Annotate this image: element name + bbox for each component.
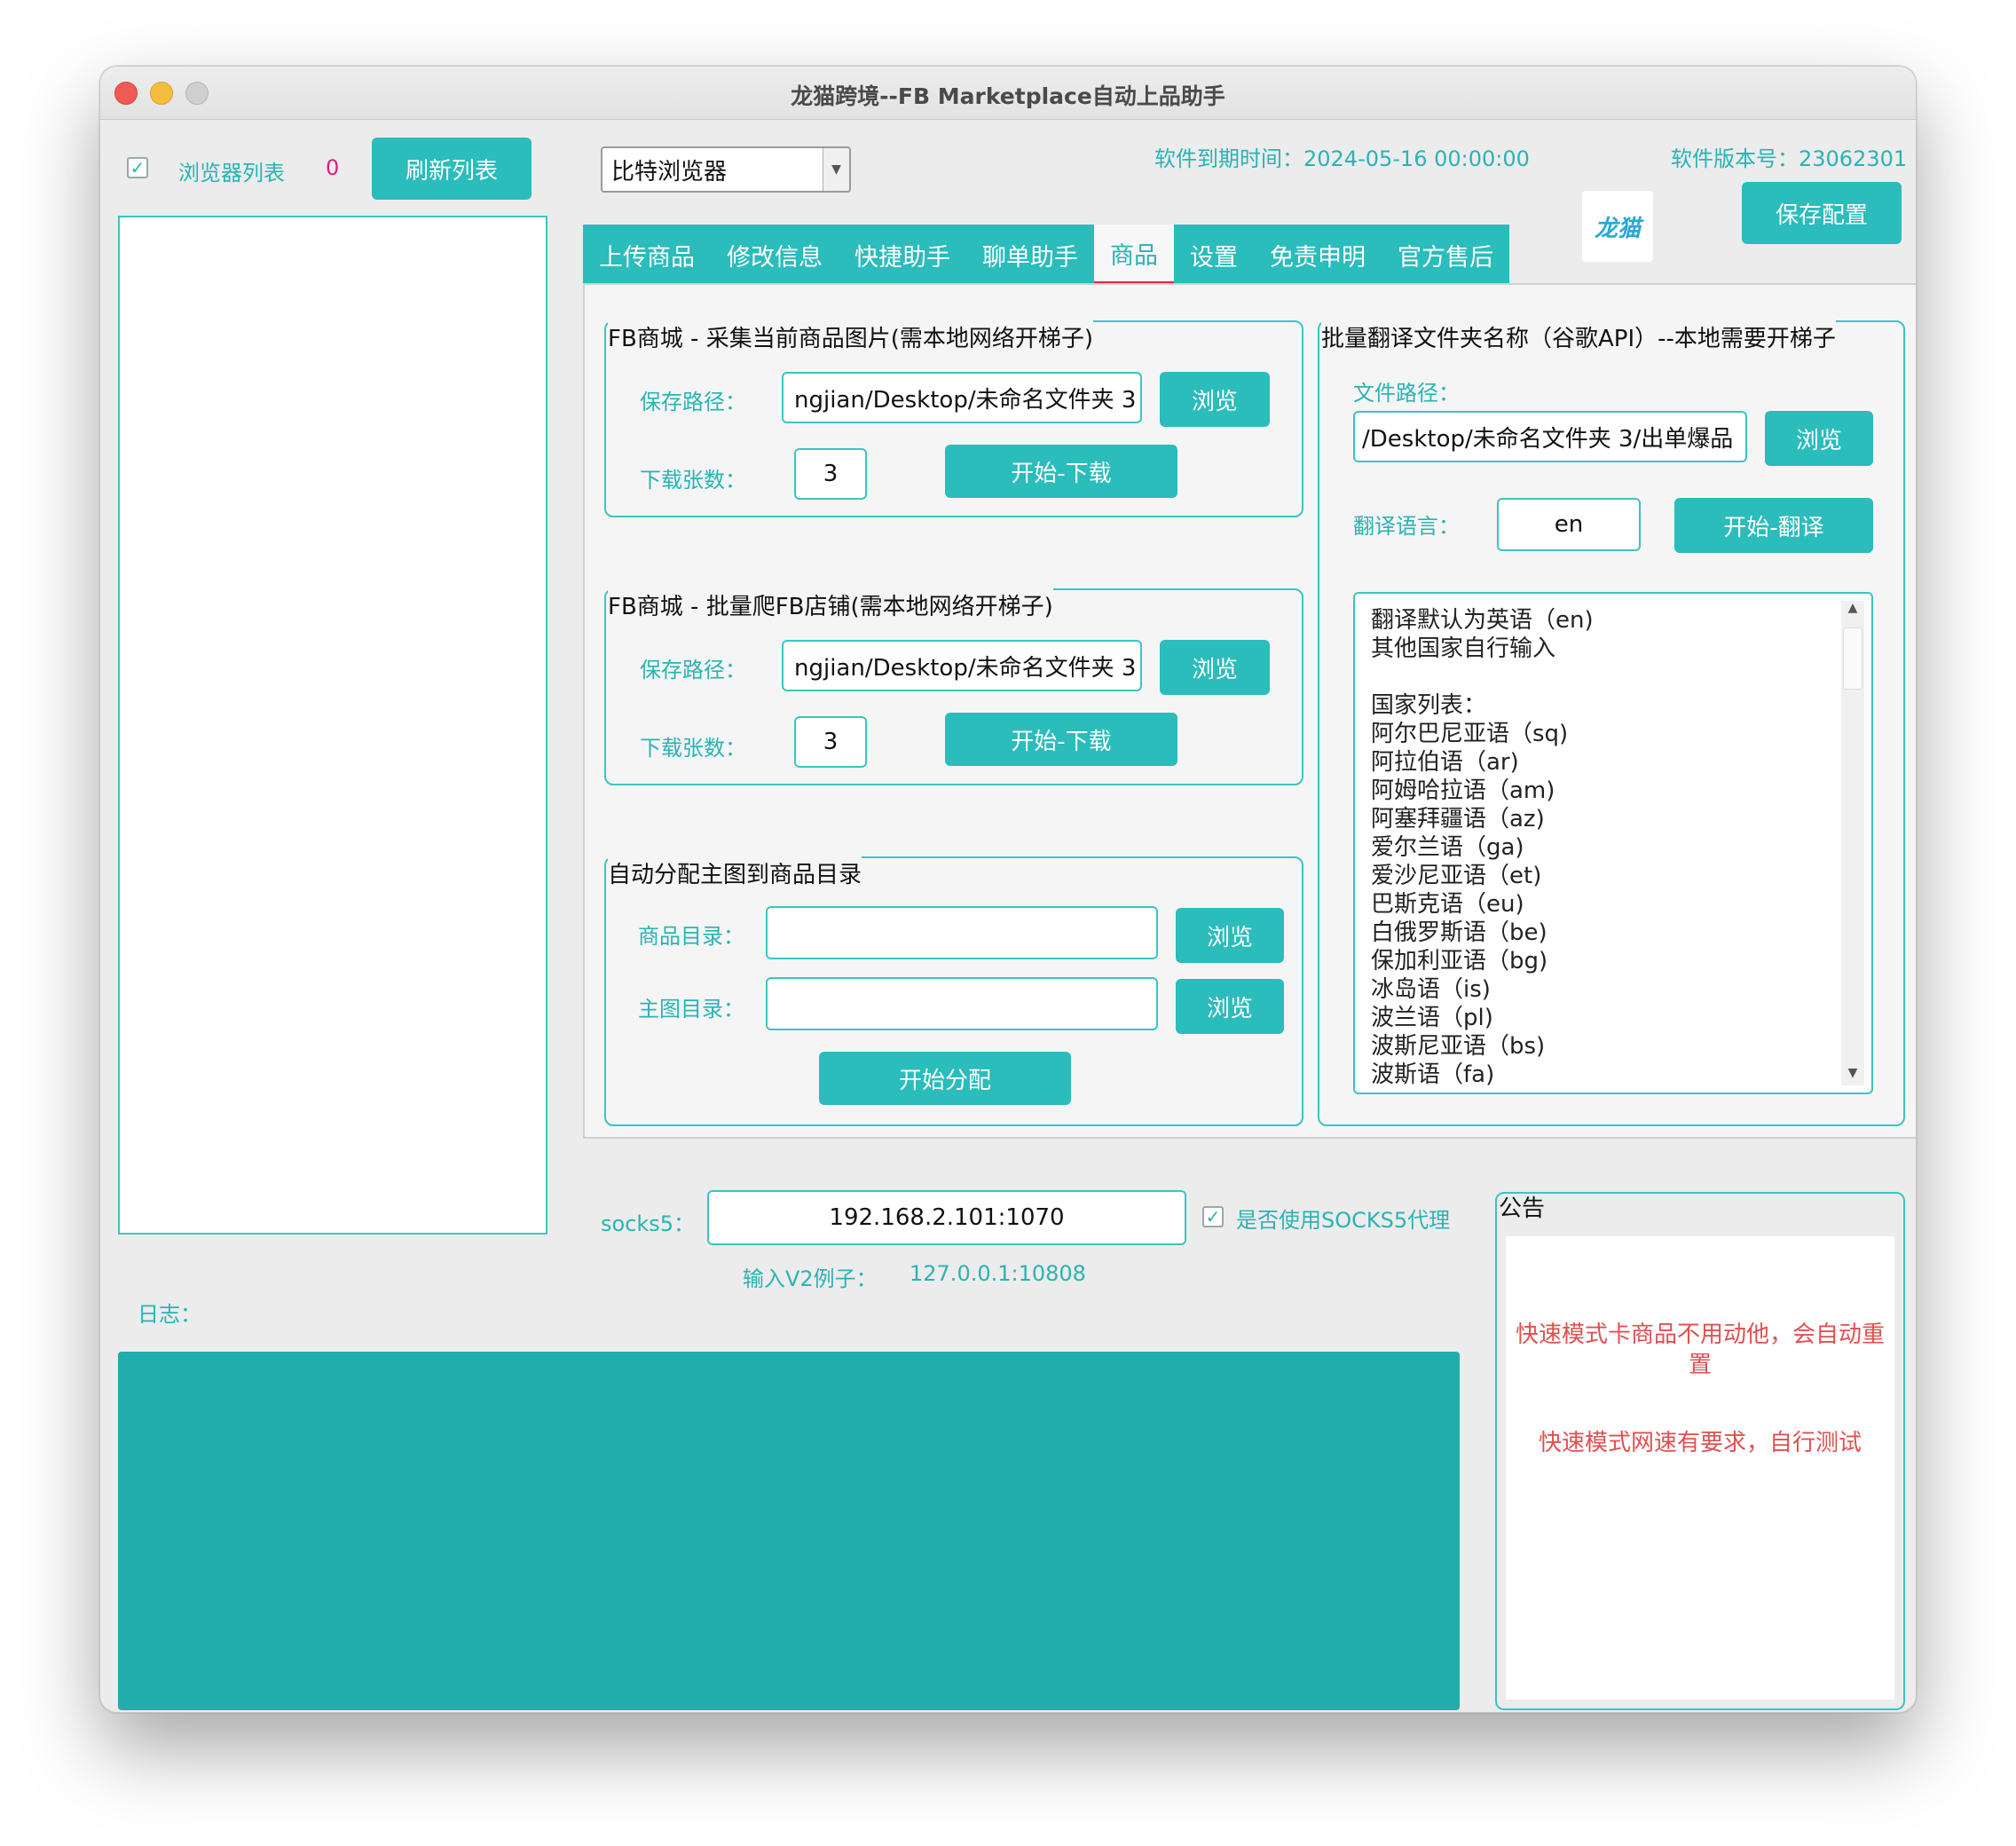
socks5-field[interactable]: 192.168.2.101:1070 [707,1190,1186,1245]
tab-quick-helper[interactable]: 快捷助手 [839,225,966,285]
refresh-list-button[interactable]: 刷新列表 [372,138,532,200]
language-list-line: 冰岛语（is) [1371,976,1491,1003]
language-list-line: 波兰语（pl) [1371,1005,1493,1031]
crawl-stores-title: FB商城 - 批量爬FB店铺(需本地网络开梯子) [608,588,1053,621]
crawl-count-label: 下载张数： [640,736,746,761]
notice-title: 公告 [1499,1195,1546,1222]
crawl-count-field[interactable]: 3 [794,716,867,768]
collect-images-title: FB商城 - 采集当前商品图片(需本地网络开梯子) [608,320,1093,353]
translate-lang-label: 翻译语言： [1353,514,1460,539]
language-list-text: 翻译默认为英语（en) 其他国家自行输入 国家列表： 阿尔巴尼亚语（sq) 阿拉伯语（… [1371,606,1594,1089]
tab-products[interactable]: 商品 [1094,225,1174,285]
notice-line-1: 快速模式卡商品不用动他，会自动重置 [1515,1321,1885,1378]
translate-group: 批量翻译文件夹名称（谷歌API）--本地需要开梯子 文件路径： /Desktop… [1318,320,1905,1126]
language-list-scrollbar[interactable]: ▲ ▼ [1841,601,1864,1085]
notice-line-2: 快速模式网速有要求，自行测试 [1538,1430,1862,1456]
browser-type-select[interactable]: 比特浏览器 ▼ [601,146,851,193]
language-list-line: 阿拉伯语（ar) [1371,749,1519,776]
app-window: 龙猫跨境--FB Marketplace自动上品助手 ✓ 浏览器列表 0 刷新列… [99,66,1917,1713]
collect-start-download-button[interactable]: 开始-下载 [945,445,1177,498]
crawl-save-path-label: 保存路径： [640,658,746,682]
browser-type-value: 比特浏览器 [611,158,728,185]
language-list-line: 爱尔兰语（ga) [1371,834,1524,861]
browser-count: 0 [326,155,340,180]
language-list-line: 其他国家自行输入 [1371,635,1556,662]
start-assign-button[interactable]: 开始分配 [819,1052,1071,1105]
collect-count-label: 下载张数： [640,468,746,493]
crawl-save-path-field[interactable]: ngjian/Desktop/未命名文件夹 3 [782,640,1142,691]
language-list-line: 阿尔巴尼亚语（sq) [1371,721,1569,747]
notice-panel: 公告 快速模式卡商品不用动他，会自动重置 快速模式网速有要求，自行测试 [1495,1192,1905,1710]
start-translate-button[interactable]: 开始-翻译 [1674,498,1873,553]
window-title: 龙猫跨境--FB Marketplace自动上品助手 [791,83,1225,109]
collect-browse-button[interactable]: 浏览 [1160,372,1270,427]
collect-save-path-label: 保存路径： [640,390,746,414]
language-list-line: 巴斯克语（eu) [1371,891,1524,918]
scroll-down-icon[interactable]: ▼ [1841,1066,1864,1085]
crawl-browse-button[interactable]: 浏览 [1160,640,1270,695]
browser-list[interactable] [118,216,547,1235]
file-path-browse-button[interactable]: 浏览 [1765,411,1873,466]
products-tab-panel: FB商城 - 采集当前商品图片(需本地网络开梯子) 保存路径： ngjian/D… [583,283,1916,1139]
file-path-label: 文件路径： [1353,381,1460,406]
file-path-field[interactable]: /Desktop/未命名文件夹 3/出单爆品 [1353,411,1747,462]
translate-title: 批量翻译文件夹名称（谷歌API）--本地需要开梯子 [1321,320,1836,353]
use-socks5-label: 是否使用SOCKS5代理 [1236,1208,1451,1233]
collect-save-path-field[interactable]: ngjian/Desktop/未命名文件夹 3 [782,372,1142,423]
scroll-up-icon[interactable]: ▲ [1841,601,1864,620]
log-area[interactable] [118,1352,1460,1710]
chevron-down-icon[interactable]: ▼ [823,148,849,191]
language-list-line: 阿姆哈拉语（am) [1371,777,1555,804]
main-img-dir-field[interactable] [766,977,1158,1030]
auto-assign-title: 自动分配主图到商品目录 [608,856,862,889]
v2-example-label: 输入V2例子： [743,1266,878,1291]
language-list-line: 阿塞拜疆语（az) [1371,806,1545,832]
language-list-line: 白俄罗斯语（be) [1371,919,1547,946]
tab-support[interactable]: 官方售后 [1382,225,1509,285]
auto-assign-group: 自动分配主图到商品目录 商品目录： 浏览 主图目录： 浏览 开始分配 [604,856,1303,1126]
log-label: 日志： [138,1302,201,1327]
tab-upload[interactable]: 上传商品 [583,225,711,285]
version-label: 软件版本号：23062301 [1671,146,1908,171]
crawl-stores-group: FB商城 - 批量爬FB店铺(需本地网络开梯子) 保存路径： ngjian/De… [604,588,1303,785]
tab-disclaimer[interactable]: 免责申明 [1254,225,1382,285]
collect-count-field[interactable]: 3 [794,448,867,500]
v2-example-value: 127.0.0.1:10808 [910,1261,1086,1286]
use-socks5-checkbox[interactable]: ✓ [1202,1206,1224,1227]
product-dir-browse-button[interactable]: 浏览 [1176,908,1284,963]
logo: 龙猫 [1582,191,1653,262]
crawl-start-download-button[interactable]: 开始-下载 [945,713,1177,766]
tab-chat-helper[interactable]: 聊单助手 [966,225,1094,285]
language-list-line: 翻译默认为英语（en) [1371,607,1594,634]
tab-settings[interactable]: 设置 [1174,225,1254,285]
logo-text: 龙猫 [1594,215,1641,242]
translate-lang-field[interactable]: en [1497,498,1641,551]
tab-edit-info[interactable]: 修改信息 [711,225,839,285]
language-list-line: 波斯尼亚语（bs) [1371,1033,1546,1060]
language-list-box[interactable]: 翻译默认为英语（en) 其他国家自行输入 国家列表： 阿尔巴尼亚语（sq) 阿拉伯语（… [1353,592,1873,1094]
socks5-label: socks5： [601,1211,696,1236]
save-config-button[interactable]: 保存配置 [1742,182,1902,244]
main-img-dir-browse-button[interactable]: 浏览 [1176,979,1284,1034]
product-dir-field[interactable] [766,906,1158,959]
main-img-dir-label: 主图目录： [638,997,744,1022]
expiry-label: 软件到期时间：2024-05-16 00:00:00 [1154,146,1530,171]
title-bar: 龙猫跨境--FB Marketplace自动上品助手 [100,67,1916,120]
language-list-line: 保加利亚语（bg) [1371,948,1548,974]
scrollbar-thumb[interactable] [1843,627,1862,690]
product-dir-label: 商品目录： [638,924,744,949]
browser-list-checkbox[interactable]: ✓ [127,157,148,178]
collect-images-group: FB商城 - 采集当前商品图片(需本地网络开梯子) 保存路径： ngjian/D… [604,320,1303,517]
language-list-line: 波斯语（fa) [1371,1061,1495,1088]
tab-bar: 上传商品 修改信息 快捷助手 聊单助手 商品 设置 免责申明 官方售后 [583,225,1509,285]
browser-list-label: 浏览器列表 [178,161,285,185]
notice-content: 快速模式卡商品不用动他，会自动重置 快速模式网速有要求，自行测试 [1506,1236,1894,1700]
language-list-line [1371,663,1594,691]
language-list-line: 爱沙尼亚语（et) [1371,863,1542,889]
language-list-line: 国家列表： [1371,692,1487,719]
